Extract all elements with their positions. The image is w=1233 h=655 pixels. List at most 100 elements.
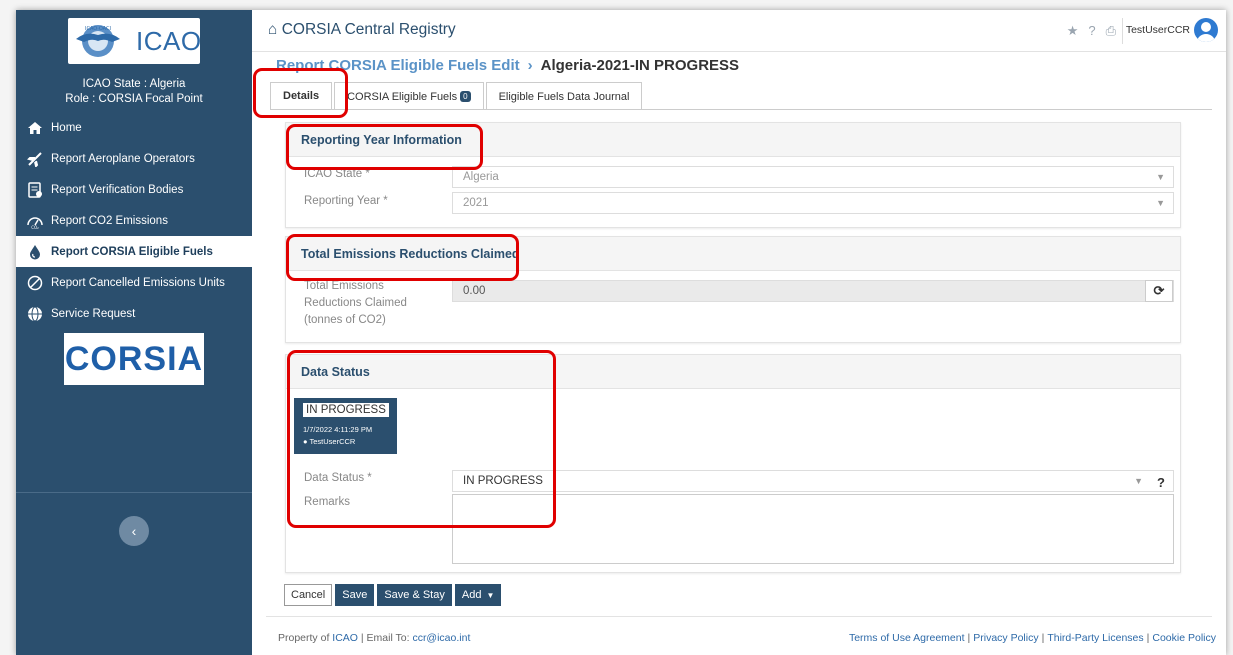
sidebar-item-aeroplane-operators[interactable]: Report Aeroplane Operators	[16, 143, 252, 174]
print-icon[interactable]: ⎙	[1106, 23, 1116, 39]
status-card-timestamp: 1/7/2022 4:11:29 PM	[303, 425, 373, 434]
data-status-panel: Data Status IN PROGRESS 1/7/2022 4:11:29…	[285, 354, 1181, 573]
user-role: Role : CORSIA Focal Point	[65, 93, 203, 105]
tab-label: CORSIA Eligible Fuels	[347, 90, 458, 103]
top-bar: ⌂ CORSIA Central Registry ★ ? ⎙ TestUser…	[252, 10, 1226, 52]
svg-text:CO₂: CO₂	[31, 225, 39, 229]
section-heading: Total Emissions Reductions Claimed	[286, 237, 1180, 271]
form-actions: Cancel Save Save & Stay Add ▼	[284, 584, 502, 606]
status-card-user: ● TestUserCCR	[303, 437, 355, 446]
tab-bar: Details CORSIA Eligible Fuels 0 Eligible…	[270, 82, 644, 110]
emissions-label-line-2: Reductions Claimed	[304, 297, 407, 309]
sidebar-item-label: Report Verification Bodies	[51, 183, 184, 196]
icao-logo[interactable]: ICAO·OACI ICAO	[68, 18, 202, 64]
count-badge: 0	[460, 91, 471, 102]
save-button[interactable]: Save	[335, 584, 375, 606]
user-avatar-icon[interactable]	[1194, 18, 1218, 42]
cancel-button[interactable]: Cancel	[284, 584, 333, 606]
sidebar-item-verification-bodies[interactable]: Report Verification Bodies	[16, 174, 252, 205]
privacy-link[interactable]: Privacy Policy	[973, 632, 1038, 644]
emissions-label-line-1: Total Emissions	[304, 280, 384, 292]
icao-state-select[interactable]: Algeria ▼	[452, 166, 1174, 188]
breadcrumb: Report CORSIA Eligible Fuels Edit › Alge…	[276, 57, 739, 74]
add-label: Add	[461, 589, 482, 601]
user-icon: ●	[303, 437, 308, 446]
icao-state-label: ICAO State *	[304, 168, 370, 180]
co2-gauge-icon: CO₂	[26, 212, 44, 230]
breadcrumb-separator: ›	[527, 57, 533, 74]
sidebar-divider	[16, 492, 252, 493]
licenses-link[interactable]: Third-Party Licenses	[1047, 632, 1143, 644]
remarks-label: Remarks	[304, 496, 351, 508]
footer-separator: |	[967, 632, 971, 644]
sidebar-item-label: Report CO2 Emissions	[51, 214, 168, 227]
logo-text: ICAO	[136, 25, 202, 56]
remarks-textarea[interactable]	[452, 494, 1174, 564]
reporting-year-label: Reporting Year *	[304, 195, 388, 207]
sidebar-item-label: Report CORSIA Eligible Fuels	[51, 245, 213, 258]
sidebar-item-home[interactable]: Home	[16, 112, 252, 143]
chevron-left-icon: ‹	[131, 523, 137, 539]
footer-left: Property of ICAO | Email To: ccr@icao.in…	[278, 632, 470, 644]
globe-service-icon	[26, 305, 44, 323]
breadcrumb-parent-link[interactable]: Report CORSIA Eligible Fuels Edit	[276, 57, 520, 74]
add-dropdown-button[interactable]: Add ▼	[454, 584, 502, 606]
email-link[interactable]: ccr@icao.int	[412, 632, 470, 644]
tab-label: Eligible Fuels Data Journal	[498, 90, 630, 103]
app-title[interactable]: ⌂ CORSIA Central Registry	[268, 21, 456, 39]
data-status-select[interactable]: IN PROGRESS ▼ ?	[452, 470, 1174, 492]
section-heading: Data Status	[286, 355, 1180, 389]
chevron-down-icon: ▼	[1134, 476, 1143, 486]
footer-separator: |	[1041, 632, 1045, 644]
refresh-icon[interactable]: ⟳	[1145, 280, 1173, 302]
document-badge-icon	[26, 181, 44, 199]
cookie-link[interactable]: Cookie Policy	[1152, 632, 1216, 644]
reporting-year-value: 2021	[463, 197, 489, 209]
help-icon[interactable]: ?	[1088, 23, 1095, 39]
reporting-year-select[interactable]: 2021 ▼	[452, 192, 1174, 214]
question-icon[interactable]: ?	[1157, 473, 1165, 493]
star-icon[interactable]: ★	[1067, 23, 1079, 39]
emissions-reductions-panel: Total Emissions Reductions Claimed Total…	[285, 236, 1181, 343]
top-actions: ★ ? ⎙	[1067, 23, 1116, 39]
section-heading: Reporting Year Information	[286, 123, 1180, 157]
sidebar-item-cancelled-emissions-units[interactable]: Report Cancelled Emissions Units	[16, 267, 252, 298]
corsia-logo: CORSIA	[64, 333, 204, 385]
icao-state-value: Algeria	[463, 171, 499, 183]
sidebar-item-co2-emissions[interactable]: CO₂ Report CO2 Emissions	[16, 205, 252, 236]
sidebar-item-label: Service Request	[51, 307, 136, 320]
corsia-logo-text: CORSIA	[64, 339, 204, 378]
tab-label: Details	[283, 90, 320, 102]
tab-corsia-eligible-fuels[interactable]: CORSIA Eligible Fuels 0	[334, 82, 484, 110]
emissions-value-field[interactable]: 0.00 ⟳	[452, 280, 1174, 302]
footer: Property of ICAO | Email To: ccr@icao.in…	[252, 622, 1226, 655]
sidebar-item-label: Home	[51, 121, 82, 134]
footer-property-text: Property of	[278, 632, 330, 644]
user-name[interactable]: TestUserCCR	[1126, 24, 1190, 36]
footer-separator: |	[1146, 632, 1150, 644]
caret-down-icon: ▼	[486, 590, 495, 600]
footer-email-text: | Email To:	[360, 632, 410, 644]
icao-emblem-icon: ICAO·OACI	[72, 21, 124, 61]
sidebar-item-label: Report Cancelled Emissions Units	[51, 276, 225, 289]
reporting-year-panel: Reporting Year Information ICAO State * …	[285, 122, 1181, 228]
status-card-user-name: TestUserCCR	[309, 437, 356, 446]
data-status-value: IN PROGRESS	[463, 475, 543, 487]
collapse-sidebar-button[interactable]: ‹	[119, 516, 149, 546]
home-icon	[26, 119, 44, 137]
user-state: ICAO State : Algeria	[82, 78, 186, 90]
terms-link[interactable]: Terms of Use Agreement	[849, 632, 965, 644]
svg-text:ICAO·OACI: ICAO·OACI	[85, 26, 111, 32]
icao-link[interactable]: ICAO	[332, 632, 358, 644]
sidebar-item-eligible-fuels[interactable]: Report CORSIA Eligible Fuels	[16, 236, 252, 267]
status-history-card: IN PROGRESS 1/7/2022 4:11:29 PM ● TestUs…	[294, 398, 397, 454]
tab-eligible-fuels-data-journal[interactable]: Eligible Fuels Data Journal	[485, 82, 643, 110]
sidebar: ICAO·OACI ICAO ICAO State : Algeria Role…	[16, 10, 252, 655]
tab-details[interactable]: Details	[270, 82, 333, 110]
cancelled-units-icon	[26, 274, 44, 292]
sidebar-item-service-request[interactable]: Service Request	[16, 298, 252, 329]
save-and-stay-button[interactable]: Save & Stay	[377, 584, 452, 606]
top-divider	[1122, 18, 1123, 44]
fuel-drop-icon	[26, 243, 44, 261]
app-title-text: CORSIA Central Registry	[281, 21, 456, 38]
